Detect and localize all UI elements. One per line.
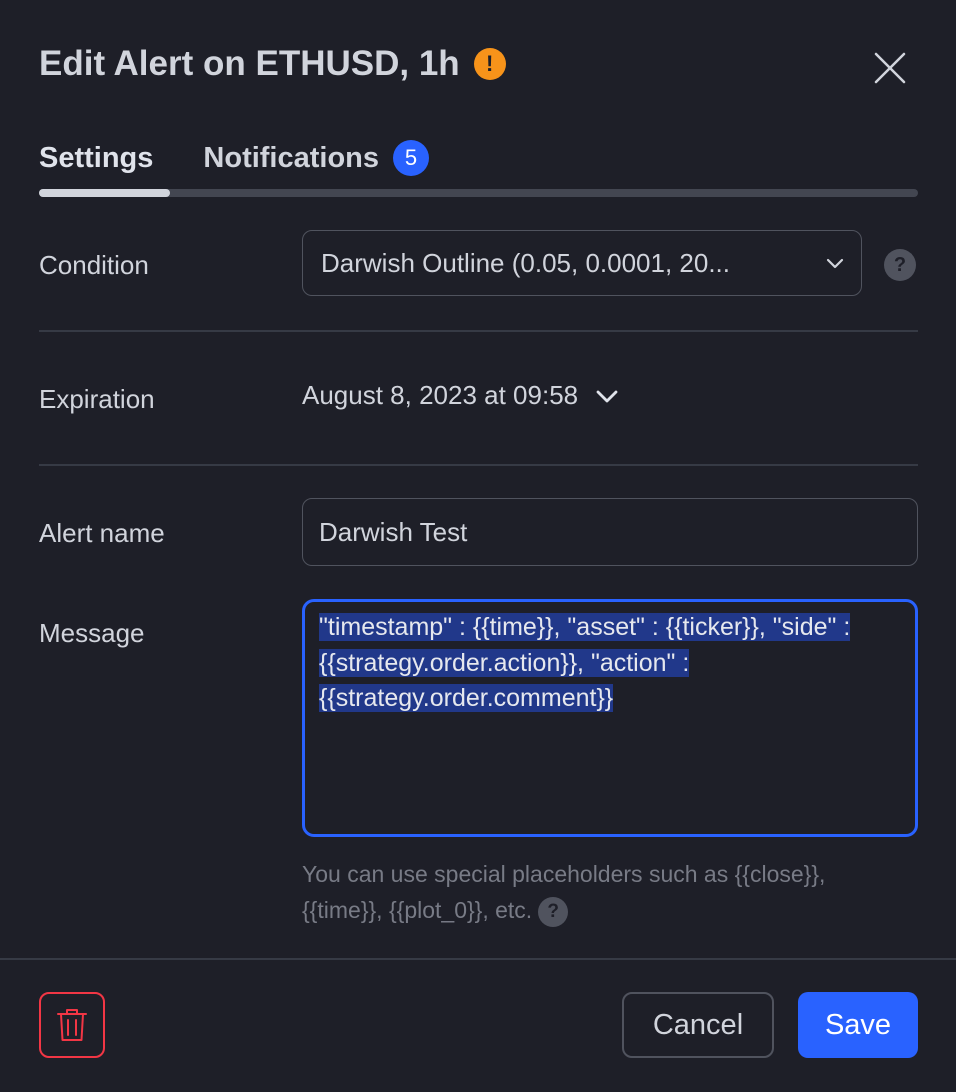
save-button[interactable]: Save — [798, 992, 918, 1058]
chevron-down-icon — [596, 390, 618, 402]
dialog-title: Edit Alert on ETHUSD, 1h — [39, 44, 460, 83]
condition-select[interactable]: Darwish Outline (0.05, 0.0001, 20... — [302, 230, 862, 296]
chevron-down-icon — [826, 258, 844, 269]
tab-notifications-label: Notifications — [203, 141, 380, 174]
alert-name-input[interactable] — [302, 498, 918, 566]
message-textarea[interactable]: "timestamp" : {{time}}, "asset" : {{tick… — [302, 599, 918, 837]
delete-alert-button[interactable] — [39, 992, 105, 1058]
footer-divider — [0, 958, 956, 960]
active-tab-indicator — [39, 189, 170, 197]
condition-help-icon[interactable]: ? — [884, 249, 916, 281]
close-icon — [874, 52, 906, 84]
divider — [39, 330, 918, 332]
placeholder-hint: You can use special placeholders such as… — [302, 856, 862, 928]
cancel-button[interactable]: Cancel — [622, 992, 774, 1058]
message-text: "timestamp" : {{time}}, "asset" : {{tick… — [319, 613, 851, 712]
dialog-header: Edit Alert on ETHUSD, 1h ! — [39, 44, 506, 84]
trash-icon — [57, 1009, 87, 1041]
close-button[interactable] — [872, 50, 908, 86]
condition-label: Condition — [39, 250, 149, 280]
edit-alert-dialog: Edit Alert on ETHUSD, 1h ! Settings Noti… — [0, 0, 956, 1092]
alert-name-label: Alert name — [39, 518, 165, 548]
tab-settings[interactable]: Settings — [39, 142, 153, 175]
notifications-count-badge: 5 — [393, 140, 430, 176]
tab-bar: Settings Notifications 5 — [39, 140, 430, 176]
condition-value: Darwish Outline (0.05, 0.0001, 20... — [321, 247, 731, 278]
warning-icon[interactable]: ! — [473, 48, 506, 80]
tab-track — [39, 189, 918, 197]
divider — [39, 464, 918, 466]
expiration-dropdown[interactable]: August 8, 2023 at 09:58 — [302, 380, 620, 411]
message-label: Message — [39, 618, 145, 648]
tab-notifications[interactable]: Notifications 5 — [203, 140, 430, 176]
expiration-label: Expiration — [39, 384, 155, 414]
placeholder-help-icon[interactable]: ? — [538, 896, 569, 927]
expiration-value: August 8, 2023 at 09:58 — [302, 380, 579, 410]
